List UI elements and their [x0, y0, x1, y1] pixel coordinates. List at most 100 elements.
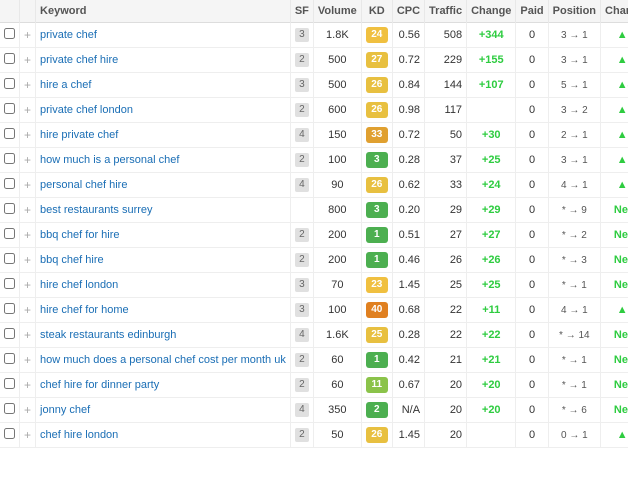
row-cpc: 0.46 [392, 248, 424, 273]
plus-icon[interactable]: + [24, 203, 31, 217]
row-checkbox-cell[interactable] [0, 198, 20, 223]
row-add-cell[interactable]: + [20, 373, 36, 398]
row-add-cell[interactable]: + [20, 298, 36, 323]
header-sf[interactable]: SF [290, 0, 313, 23]
row-checkbox[interactable] [4, 28, 15, 39]
row-checkbox[interactable] [4, 228, 15, 239]
row-add-cell[interactable]: + [20, 223, 36, 248]
row-checkbox[interactable] [4, 153, 15, 164]
row-add-cell[interactable]: + [20, 73, 36, 98]
row-paid: 0 [516, 248, 548, 273]
plus-icon[interactable]: + [24, 103, 31, 117]
kd-badge: 27 [366, 52, 388, 68]
row-checkbox[interactable] [4, 128, 15, 139]
row-checkbox[interactable] [4, 428, 15, 439]
row-checkbox-cell[interactable] [0, 98, 20, 123]
row-checkbox[interactable] [4, 353, 15, 364]
row-checkbox[interactable] [4, 403, 15, 414]
row-checkbox[interactable] [4, 78, 15, 89]
row-checkbox-cell[interactable] [0, 148, 20, 173]
plus-icon[interactable]: + [24, 128, 31, 142]
plus-icon[interactable]: + [24, 178, 31, 192]
row-add-cell[interactable]: + [20, 323, 36, 348]
header-change[interactable]: Change [467, 0, 516, 23]
row-checkbox-cell[interactable] [0, 398, 20, 423]
plus-icon[interactable]: + [24, 28, 31, 42]
row-checkbox[interactable] [4, 253, 15, 264]
plus-icon[interactable]: + [24, 253, 31, 267]
plus-icon[interactable]: + [24, 378, 31, 392]
plus-icon[interactable]: + [24, 328, 31, 342]
row-checkbox[interactable] [4, 378, 15, 389]
row-checkbox-cell[interactable] [0, 48, 20, 73]
plus-icon[interactable]: + [24, 353, 31, 367]
header-paid[interactable]: Paid [516, 0, 548, 23]
header-cpc[interactable]: CPC [392, 0, 424, 23]
row-keyword: how much is a personal chef [36, 148, 291, 173]
header-volume[interactable]: Volume [313, 0, 361, 23]
row-add-cell[interactable]: + [20, 273, 36, 298]
row-cpc: 1.45 [392, 423, 424, 448]
row-checkbox[interactable] [4, 53, 15, 64]
row-checkbox-cell[interactable] [0, 423, 20, 448]
kd-badge: 1 [366, 252, 388, 268]
row-checkbox[interactable] [4, 178, 15, 189]
row-sf: 2 [290, 248, 313, 273]
row-add-cell[interactable]: + [20, 123, 36, 148]
row-add-cell[interactable]: + [20, 198, 36, 223]
plus-icon[interactable]: + [24, 278, 31, 292]
row-change: +25 [467, 148, 516, 173]
row-add-cell[interactable]: + [20, 148, 36, 173]
row-add-cell[interactable]: + [20, 98, 36, 123]
row-checkbox-cell[interactable] [0, 23, 20, 48]
row-add-cell[interactable]: + [20, 173, 36, 198]
plus-icon[interactable]: + [24, 228, 31, 242]
change-value: +30 [482, 129, 501, 141]
keyword-table-container: Keyword SF Volume KD CPC Traffic Change … [0, 0, 628, 448]
row-change: +29 [467, 198, 516, 223]
plus-icon[interactable]: + [24, 403, 31, 417]
row-paid: 0 [516, 98, 548, 123]
row-checkbox-cell[interactable] [0, 273, 20, 298]
row-checkbox-cell[interactable] [0, 73, 20, 98]
row-add-cell[interactable]: + [20, 423, 36, 448]
row-checkbox[interactable] [4, 278, 15, 289]
header-keyword[interactable]: Keyword [36, 0, 291, 23]
row-checkbox[interactable] [4, 303, 15, 314]
row-checkbox-cell[interactable] [0, 173, 20, 198]
plus-icon[interactable]: + [24, 303, 31, 317]
header-change2[interactable]: Change [601, 0, 628, 23]
row-checkbox[interactable] [4, 103, 15, 114]
row-checkbox-cell[interactable] [0, 223, 20, 248]
plus-icon[interactable]: + [24, 53, 31, 67]
plus-icon[interactable]: + [24, 428, 31, 442]
row-add-cell[interactable]: + [20, 248, 36, 273]
row-cpc: 0.84 [392, 73, 424, 98]
header-position[interactable]: Position [548, 0, 600, 23]
row-add-cell[interactable]: + [20, 48, 36, 73]
kd-badge: 24 [366, 27, 388, 43]
plus-icon[interactable]: + [24, 78, 31, 92]
row-checkbox-cell[interactable] [0, 323, 20, 348]
row-add-cell[interactable]: + [20, 398, 36, 423]
plus-icon[interactable]: + [24, 153, 31, 167]
row-keyword: personal chef hire [36, 173, 291, 198]
row-add-cell[interactable]: + [20, 23, 36, 48]
row-checkbox-cell[interactable] [0, 248, 20, 273]
row-checkbox-cell[interactable] [0, 348, 20, 373]
header-kd[interactable]: KD [361, 0, 392, 23]
row-kd: 1 [361, 223, 392, 248]
row-checkbox-cell[interactable] [0, 298, 20, 323]
row-checkbox[interactable] [4, 328, 15, 339]
row-checkbox[interactable] [4, 203, 15, 214]
row-volume: 90 [313, 173, 361, 198]
row-position-change: ▲1 [601, 123, 628, 148]
row-kd: 26 [361, 173, 392, 198]
row-add-cell[interactable]: + [20, 348, 36, 373]
row-checkbox-cell[interactable] [0, 123, 20, 148]
row-volume: 100 [313, 148, 361, 173]
header-traffic[interactable]: Traffic [425, 0, 467, 23]
row-checkbox-cell[interactable] [0, 373, 20, 398]
change-value: +25 [482, 279, 501, 291]
row-traffic: 22 [425, 298, 467, 323]
